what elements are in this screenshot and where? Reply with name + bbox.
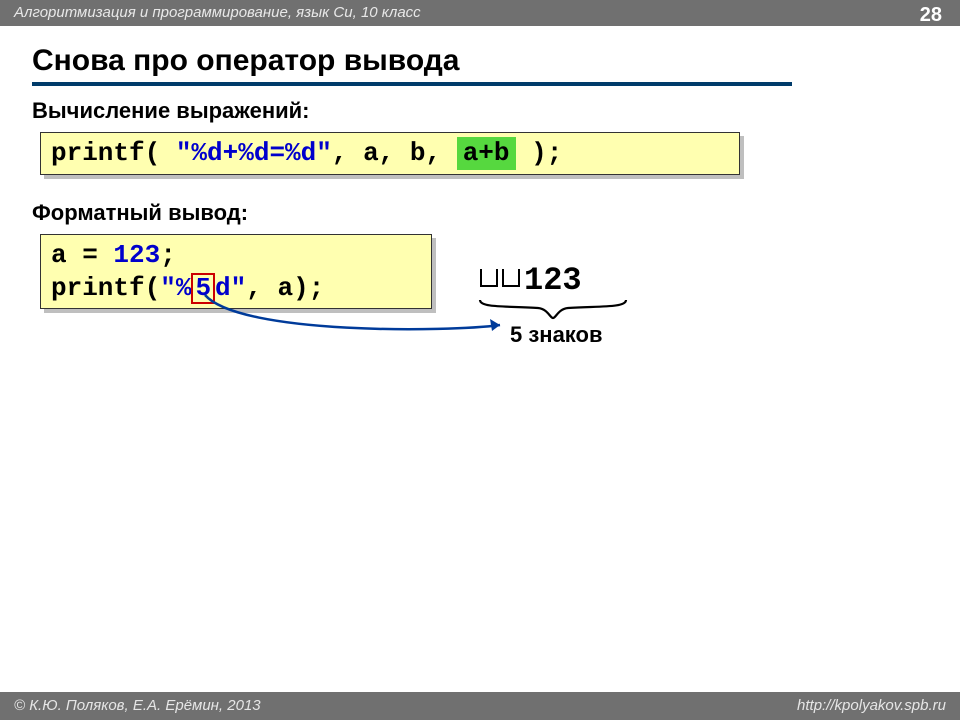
code-box-1: printf( "%d+%d=%d", a, b, a+b ); xyxy=(40,132,740,175)
code-text: ); xyxy=(516,138,563,168)
code-text: a = xyxy=(51,240,113,270)
title-underline xyxy=(32,82,792,86)
footer-url: http://kpolyakov.spb.ru xyxy=(797,692,946,720)
output-value: 123 xyxy=(524,262,582,299)
code-text: printf( xyxy=(51,138,176,168)
brace-caption: 5 знаков xyxy=(510,322,603,348)
slide: Алгоритмизация и программирование, язык … xyxy=(0,0,960,720)
format-string: "% xyxy=(160,273,191,303)
code-text: ; xyxy=(160,240,176,270)
section-heading-1: Вычисление выражений: xyxy=(32,98,309,124)
page-number: 28 xyxy=(920,2,942,28)
space-marker xyxy=(480,269,498,287)
footer-copyright: © К.Ю. Поляков, Е.А. Ерёмин, 2013 xyxy=(14,692,261,720)
number-literal: 123 xyxy=(113,240,160,270)
page-title: Снова про оператор вывода xyxy=(32,44,459,78)
course-title: Алгоритмизация и программирование, язык … xyxy=(14,4,421,21)
footer-bar: © К.Ю. Поляков, Е.А. Ерёмин, 2013 http:/… xyxy=(0,692,960,720)
breadcrumb-bar: Алгоритмизация и программирование, язык … xyxy=(0,0,960,26)
code-text: , a, b, xyxy=(332,138,457,168)
section-heading-2: Форматный вывод: xyxy=(32,200,248,226)
format-string: "%d+%d=%d" xyxy=(176,138,332,168)
arrow-icon xyxy=(200,290,520,340)
highlight-expression: a+b xyxy=(457,137,516,170)
code-text: printf( xyxy=(51,273,160,303)
space-marker xyxy=(502,269,520,287)
